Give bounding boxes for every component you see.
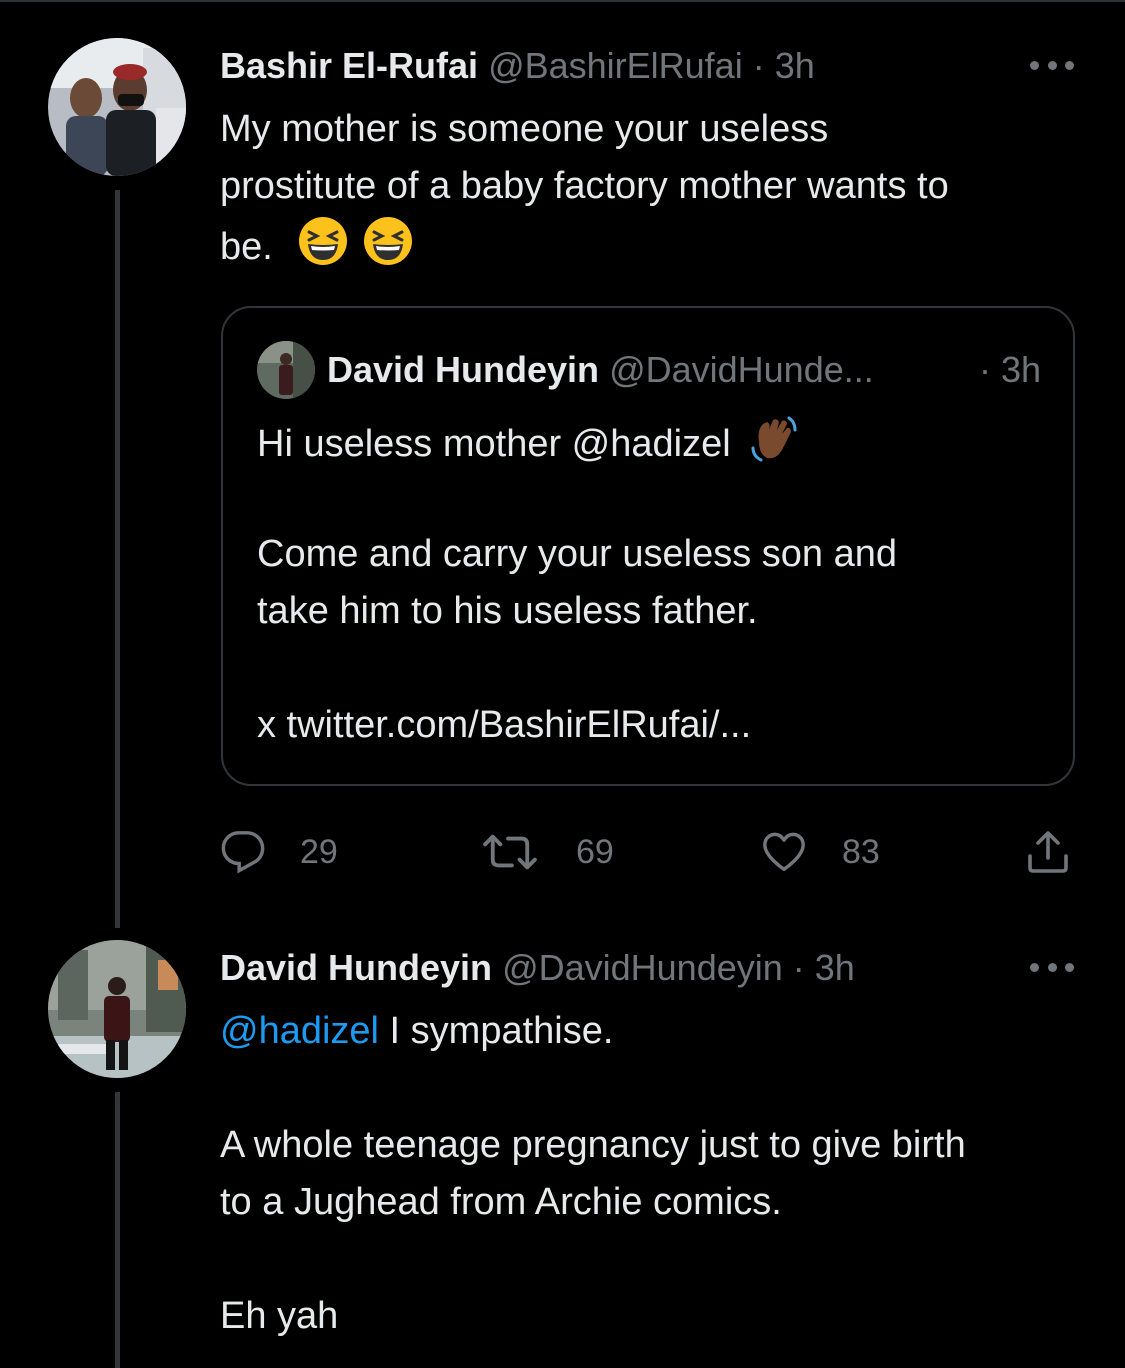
- tweet-text-line: @hadizel I sympathise.: [220, 1003, 966, 1060]
- tweet-time[interactable]: 3h: [815, 947, 855, 988]
- like-button[interactable]: 83: [760, 824, 880, 880]
- quoted-header: David Hundeyin @DavidHunde...: [327, 348, 874, 392]
- tweet-text-line: prostitute of a baby factory mother want…: [220, 165, 949, 207]
- heart-icon: [763, 832, 805, 871]
- tweet2-text: @hadizel I sympathise. A whole teenage p…: [220, 1003, 966, 1345]
- share-button[interactable]: [1024, 824, 1072, 880]
- waving-hand-icon: [749, 412, 799, 481]
- laughing-emoji-icon: [362, 215, 414, 284]
- author-name[interactable]: David Hundeyin: [220, 947, 492, 988]
- share-icon: [1028, 831, 1068, 873]
- quoted-time: · 3h: [978, 349, 1041, 390]
- avatar-photo: [257, 341, 315, 399]
- reply-count: 29: [300, 832, 338, 871]
- tweet-text-line: My mother is someone your useless: [220, 108, 829, 150]
- quoted-text-line: Hi useless mother @hadizel: [257, 412, 799, 481]
- tweet-text-line: be.: [220, 215, 949, 284]
- quoted-text-line: x twitter.com/BashirElRufai/...: [257, 704, 752, 746]
- quoted-author-handle: @DavidHunde...: [609, 349, 874, 390]
- tweet-text-line: to a Jughead from Archie comics.: [220, 1181, 782, 1223]
- reply-button[interactable]: 29: [220, 824, 338, 880]
- avatar-bashir[interactable]: [48, 38, 186, 176]
- avatar-photo: [48, 38, 186, 176]
- author-handle[interactable]: @BashirElRufai: [488, 45, 743, 86]
- separator-dot: ·: [752, 45, 765, 86]
- quoted-text-fragment: Hi useless mother @hadizel: [257, 423, 731, 465]
- tweet1-action-bar: 29 69 83: [220, 824, 1080, 880]
- author-name[interactable]: Bashir El-Rufai: [220, 45, 478, 86]
- thread-line: [115, 1092, 120, 1368]
- tweet1-text: My mother is someone your useless prosti…: [220, 101, 949, 284]
- reply-icon: [221, 831, 265, 874]
- tweet-text-fragment: be.: [220, 226, 273, 268]
- tweet-text-fragment: I sympathise.: [379, 1010, 614, 1052]
- avatar-david[interactable]: [48, 940, 186, 1078]
- separator-dot: ·: [792, 947, 805, 988]
- retweet-button[interactable]: 69: [482, 824, 614, 880]
- retweet-count: 69: [576, 832, 614, 871]
- quoted-avatar[interactable]: [257, 341, 315, 399]
- quoted-text-line: Come and carry your useless son and: [257, 533, 897, 575]
- tweet-time[interactable]: 3h: [775, 45, 815, 86]
- top-divider: [0, 0, 1125, 2]
- mention-link[interactable]: @hadizel: [220, 1010, 379, 1052]
- tweet-text-line: Eh yah: [220, 1295, 339, 1337]
- more-options-icon[interactable]: [1030, 960, 1074, 974]
- tweet-text-line: A whole teenage pregnancy just to give b…: [220, 1124, 966, 1166]
- laughing-emoji-icon: [297, 215, 349, 284]
- quoted-tweet[interactable]: David Hundeyin @DavidHunde... · 3h Hi us…: [221, 306, 1075, 786]
- author-handle[interactable]: @DavidHundeyin: [502, 947, 783, 988]
- avatar-photo: [48, 940, 186, 1078]
- tweet1-header: Bashir El-Rufai @BashirElRufai · 3h: [220, 44, 815, 88]
- quoted-text-line: take him to his useless father.: [257, 590, 758, 632]
- more-options-icon[interactable]: [1030, 58, 1074, 72]
- quoted-author-name: David Hundeyin: [327, 349, 600, 390]
- like-count: 83: [842, 832, 880, 871]
- retweet-icon: [483, 834, 537, 870]
- tweet2-header: David Hundeyin @DavidHundeyin · 3h: [220, 946, 855, 990]
- thread-line: [115, 190, 120, 928]
